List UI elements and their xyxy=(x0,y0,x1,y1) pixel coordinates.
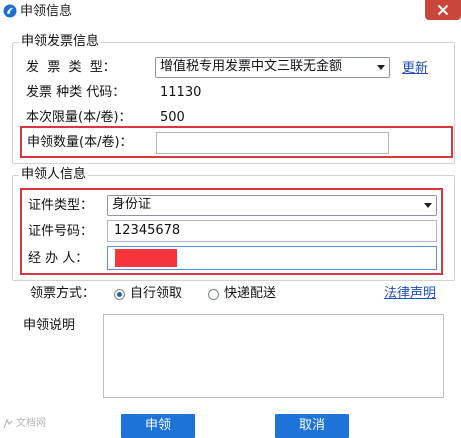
applicant-info-group-label: 申领人信息 xyxy=(19,167,89,183)
remarks-textarea[interactable] xyxy=(103,314,444,398)
close-icon xyxy=(437,4,449,16)
invoice-code-label: 发票 种类 代码： xyxy=(26,85,126,100)
chevron-down-icon xyxy=(377,65,385,70)
id-number-label: 证件号码： xyxy=(28,224,94,239)
close-button[interactable] xyxy=(425,0,461,20)
delivery-method-label: 领票方式： xyxy=(30,286,96,301)
cancel-button[interactable]: 取消 xyxy=(275,414,349,438)
id-type-label: 证件类型： xyxy=(28,198,94,213)
quantity-label: 申领数量(本/卷)： xyxy=(27,135,133,150)
self-pickup-label[interactable]: 自行领取 xyxy=(130,285,182,303)
quantity-input[interactable] xyxy=(156,132,389,154)
update-link[interactable]: 更新 xyxy=(402,60,428,78)
self-pickup-radio[interactable] xyxy=(114,289,125,300)
express-delivery-label[interactable]: 快递配送 xyxy=(224,285,276,303)
agent-label: 经 办 人： xyxy=(28,251,89,266)
remarks-label: 申领说明 xyxy=(23,318,76,333)
app-logo-icon xyxy=(3,4,17,18)
legal-statement-link[interactable]: 法律声明 xyxy=(384,285,436,303)
apply-button[interactable]: 申领 xyxy=(121,414,195,438)
invoice-type-value: 增值税专用发票中文三联无金额 xyxy=(160,59,343,74)
invoice-type-select[interactable]: 增值税专用发票中文三联无金额 xyxy=(155,57,390,78)
invoice-info-group-label: 申领发票信息 xyxy=(19,34,102,50)
limit-label: 本次限量(本/卷)： xyxy=(26,110,132,125)
express-delivery-radio[interactable] xyxy=(208,289,219,300)
window-title: 申领信息 xyxy=(20,4,73,19)
redaction-block xyxy=(115,249,177,267)
invoice-type-label: 发 票 类 型： xyxy=(26,60,116,75)
id-number-value: 12345678 xyxy=(114,223,181,238)
limit-value: 500 xyxy=(160,110,185,125)
invoice-code-value: 11130 xyxy=(160,85,202,100)
agent-input[interactable] xyxy=(107,246,437,270)
id-number-input[interactable]: 12345678 xyxy=(107,220,437,242)
id-type-select[interactable]: 身份证 xyxy=(107,195,437,216)
watermark-logo-icon xyxy=(3,418,13,429)
chevron-down-icon xyxy=(424,203,432,208)
id-type-value: 身份证 xyxy=(112,197,152,212)
watermark-text: 文档网 xyxy=(16,418,46,429)
